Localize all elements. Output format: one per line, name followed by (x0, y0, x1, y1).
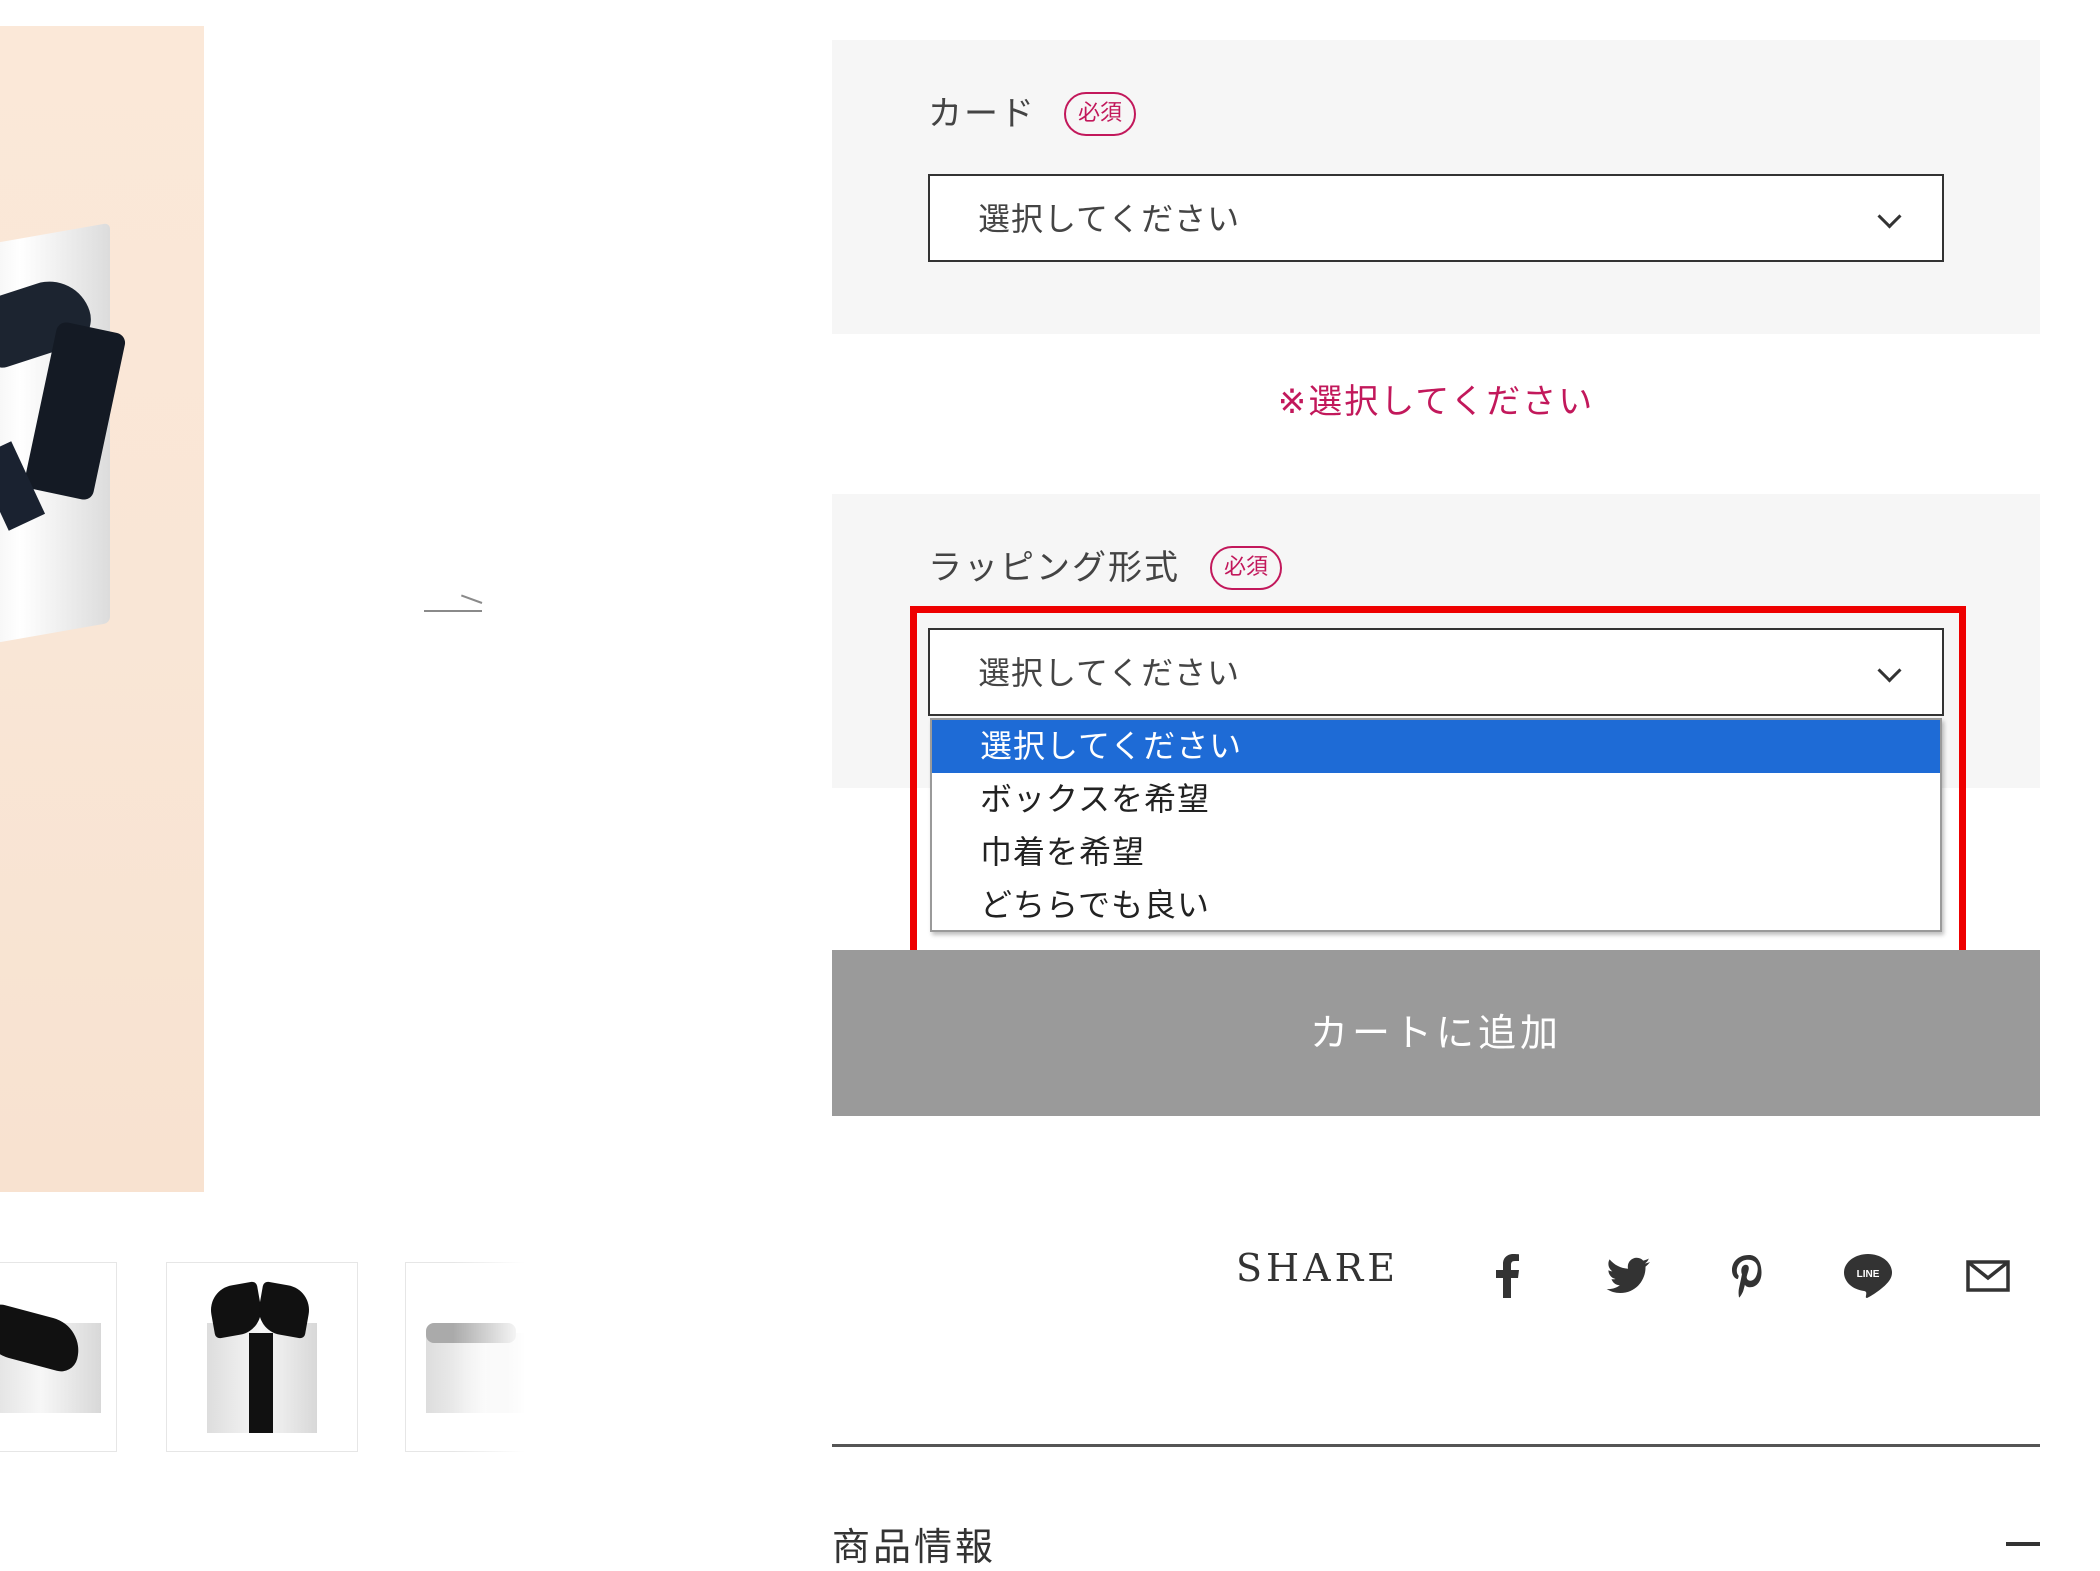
pinterest-icon[interactable] (1720, 1248, 1776, 1304)
thumbnail-2[interactable] (166, 1262, 358, 1452)
mail-icon[interactable] (1960, 1248, 2016, 1304)
wrapping-dropdown-list: 選択してください ボックスを希望 巾着を希望 どちらでも良い (930, 718, 1942, 932)
dropdown-option-placeholder[interactable]: 選択してください (932, 720, 1940, 773)
wrapping-select[interactable]: 選択してください (928, 628, 1944, 716)
card-error-message: ※選択してください (1277, 382, 1595, 422)
add-to-cart-button[interactable]: カートに追加 (832, 950, 2040, 1116)
card-select[interactable]: 選択してください (928, 174, 1944, 262)
card-select-value: 選択してください (978, 200, 1241, 238)
dropdown-option-pouch[interactable]: 巾着を希望 (932, 826, 1940, 879)
svg-text:LINE: LINE (1857, 1269, 1880, 1280)
line-icon[interactable]: LINE (1840, 1248, 1896, 1304)
facebook-icon[interactable] (1480, 1248, 1536, 1304)
dropdown-option-box[interactable]: ボックスを希望 (932, 773, 1940, 826)
wrapping-required-badge: 必須 (1210, 546, 1283, 590)
next-image-arrow-icon[interactable] (420, 592, 486, 622)
section-divider (832, 1444, 2040, 1447)
thumbnail-3[interactable] (405, 1262, 525, 1452)
product-main-image (0, 26, 204, 1192)
twitter-icon[interactable] (1600, 1248, 1656, 1304)
chevron-down-icon (1877, 204, 1902, 229)
card-option-label: カード (928, 94, 1036, 134)
thumbnail-1[interactable] (0, 1262, 117, 1452)
wrapping-select-value: 選択してください (978, 654, 1241, 692)
card-required-badge: 必須 (1064, 92, 1137, 136)
collapse-minus-icon[interactable] (2006, 1542, 2040, 1546)
chevron-down-icon (1877, 658, 1902, 683)
product-info-heading: 商品情報 (832, 1525, 997, 1569)
dropdown-option-either[interactable]: どちらでも良い (932, 879, 1940, 932)
wrapping-option-label: ラッピング形式 (928, 548, 1180, 588)
share-label: SHARE (1236, 1246, 1399, 1290)
